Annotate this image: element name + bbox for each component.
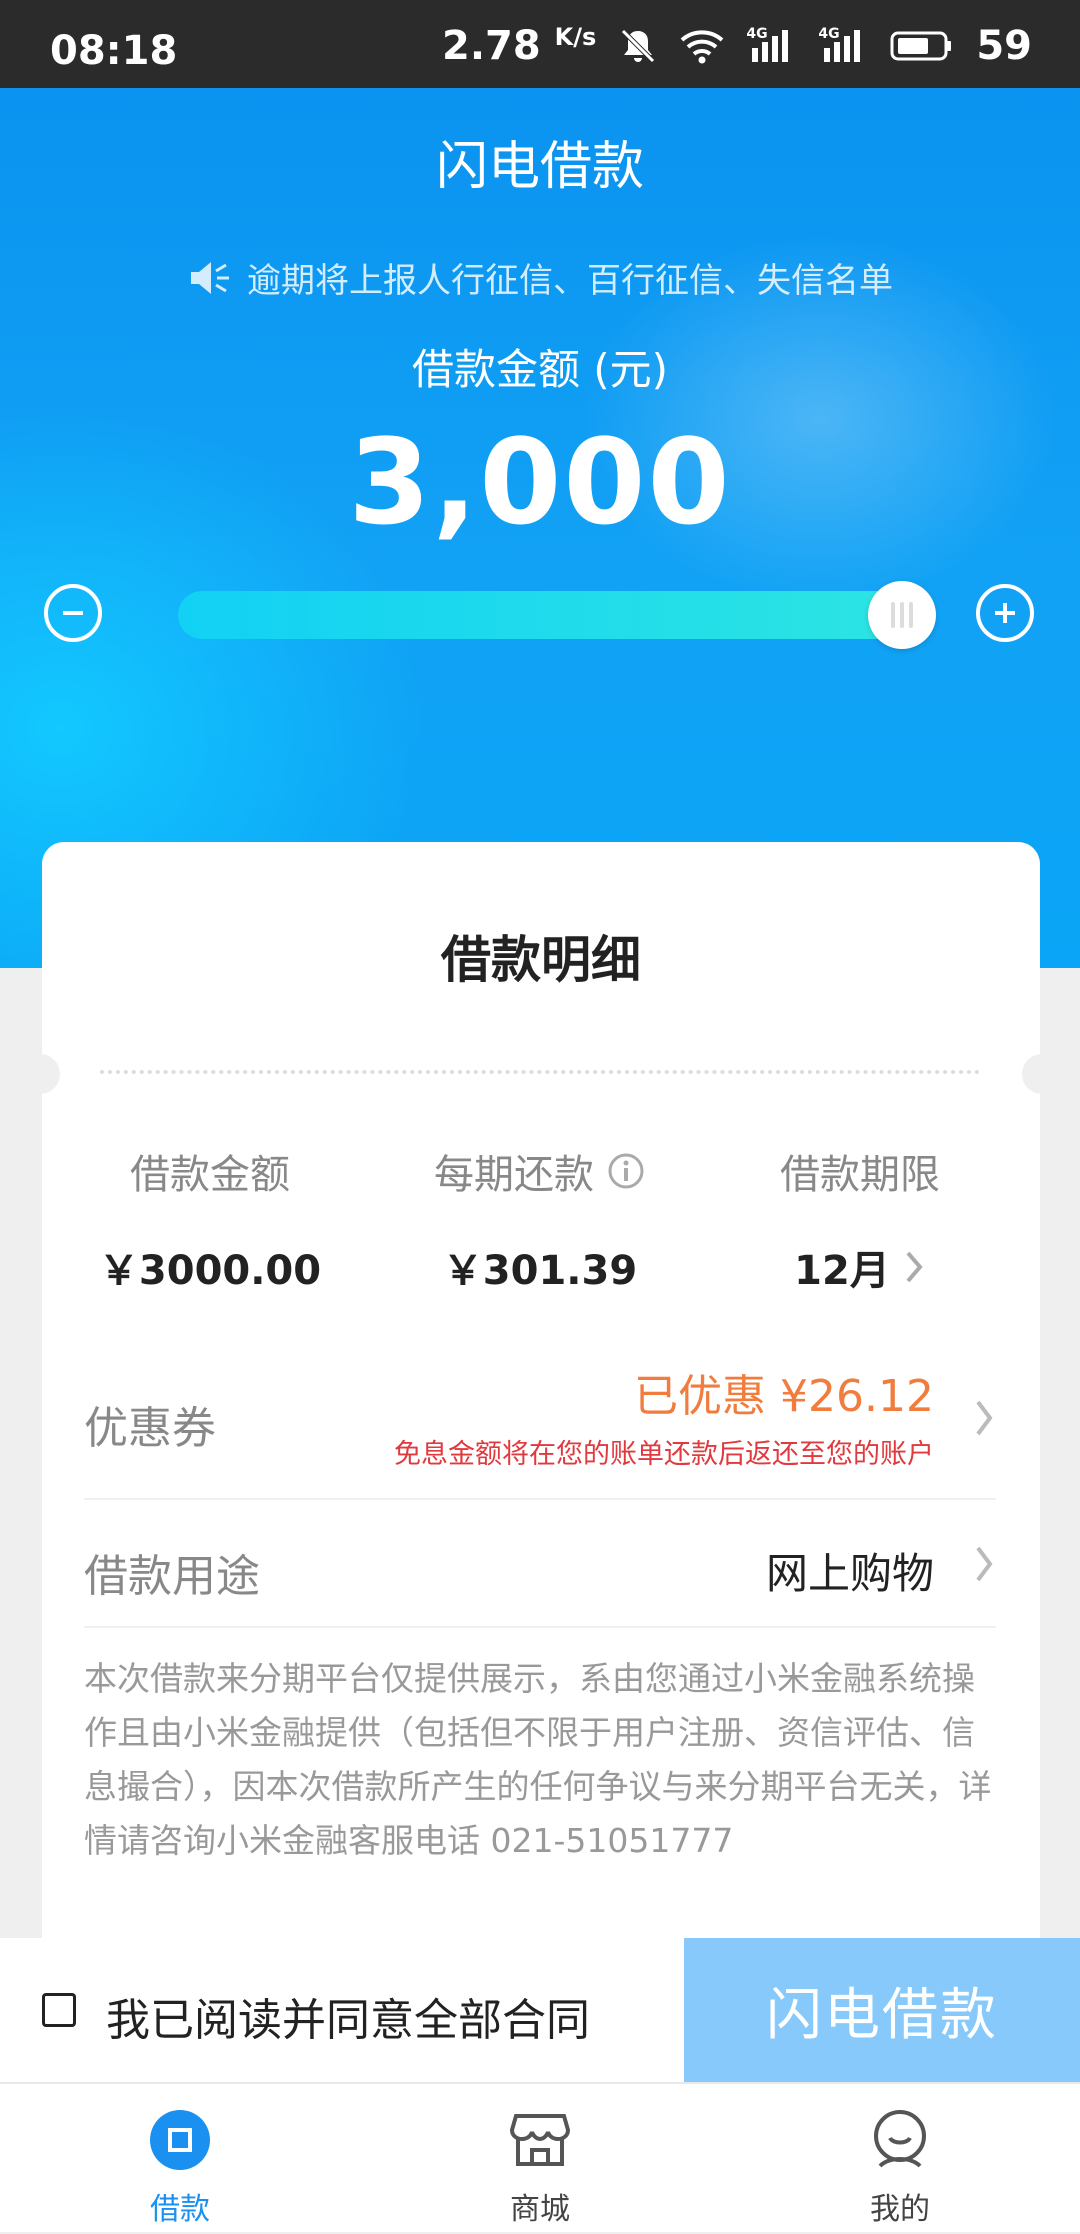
- installment-value: ￥301.39: [442, 1248, 638, 1294]
- tab-label: 借款: [150, 2192, 210, 2227]
- coupon-label: 优惠券: [84, 1403, 216, 1454]
- disclaimer-text: 本次借款来分期平台仅提供展示，系由您通过小米金融系统操作且由小米金融提供（包括但…: [84, 1659, 992, 1860]
- loan-icon: [150, 2110, 210, 2170]
- increase-amount-button[interactable]: [976, 584, 1034, 642]
- loan-purpose-label: 借款用途: [84, 1551, 260, 1602]
- signal-4g-1: 4G: [746, 26, 796, 66]
- coupon-row[interactable]: 优惠券 已优惠 ¥26.12 免息金额将在您的账单还款后返还至您的账户: [84, 1342, 996, 1500]
- submit-loan-button[interactable]: 闪电借款: [684, 1938, 1080, 2082]
- clock: 08:18: [50, 28, 178, 74]
- loan-amount-value: ￥3000.00: [98, 1248, 322, 1294]
- plus-icon: [995, 603, 1015, 623]
- decrease-amount-button[interactable]: [44, 584, 102, 642]
- loan-purpose-row[interactable]: 借款用途 网上购物: [84, 1500, 996, 1628]
- notice-text: 逾期将上报人行征信、百行征信、失信名单: [247, 261, 893, 301]
- amount-label: 借款金额 (元): [411, 345, 669, 394]
- info-icon[interactable]: [606, 1151, 646, 1191]
- profile-icon: [874, 2110, 926, 2168]
- tab-label: 我的: [870, 2192, 930, 2227]
- overdue-notice: 逾期将上报人行征信、百行征信、失信名单: [0, 253, 1080, 302]
- amount-value: 3,000: [348, 413, 732, 551]
- loan-amount-column: 借款金额 ￥3000.00: [60, 1142, 360, 1296]
- signal-bars-icon: [824, 30, 861, 62]
- installment-label: 每期还款: [390, 1142, 690, 1200]
- loan-amount-label: 借款金额: [130, 1152, 290, 1198]
- minus-icon: [63, 611, 83, 615]
- agree-text[interactable]: 我已阅读并同意全部合同: [106, 1984, 590, 2048]
- signal-bars-icon: [752, 30, 789, 62]
- tab-label: 商城: [510, 2192, 570, 2227]
- wifi-icon: [680, 30, 724, 64]
- bottom-tab-bar: 借款 商城 我的: [0, 2082, 1080, 2232]
- speed-unit: K/s: [554, 23, 597, 51]
- speaker-icon: [191, 261, 229, 294]
- chevron-right-icon: [976, 1546, 993, 1582]
- card-notch-left: [20, 1054, 60, 1094]
- chevron-right-icon: [976, 1400, 993, 1436]
- dashed-divider: [100, 1070, 980, 1074]
- loan-term-label: 借款期限: [780, 1152, 940, 1198]
- store-icon: [509, 2114, 571, 2166]
- card-title: 借款明细: [441, 931, 641, 989]
- agreement-bar: 我已阅读并同意全部合同 闪电借款: [0, 1938, 1080, 2082]
- loan-hero: 闪电借款 逾期将上报人行征信、百行征信、失信名单 借款金额 (元) 3,000: [0, 88, 1080, 968]
- coupon-note: 免息金额将在您的账单还款后返还至您的账户: [394, 1439, 934, 1470]
- network-speed: 2.78 K/s: [442, 23, 597, 69]
- status-bar: 08:18 2.78 K/s 4G 4G 59: [0, 0, 1080, 88]
- coupon-discount: 已优惠 ¥26.12: [634, 1371, 934, 1422]
- amount-slider-thumb[interactable]: [868, 581, 936, 649]
- chevron-right-icon: [906, 1251, 923, 1283]
- agree-checkbox[interactable]: [42, 1993, 76, 2027]
- loan-term-column[interactable]: 借款期限 12月: [710, 1142, 1010, 1296]
- battery-icon: [890, 31, 952, 61]
- status-icons: 2.78 K/s 4G 4G 59: [442, 23, 1032, 69]
- amount-slider-track[interactable]: [178, 591, 932, 639]
- mute-icon: [621, 29, 656, 63]
- battery-level: 59: [976, 23, 1032, 69]
- tab-loan[interactable]: 借款: [0, 2084, 360, 2234]
- card-notch-right: [1022, 1054, 1062, 1094]
- loan-detail-card: 借款明细 借款金额 ￥3000.00 每期还款 ￥301.39 借款期限 12月…: [20, 842, 1062, 1942]
- loan-purpose-value: 网上购物: [765, 1549, 934, 1598]
- tab-store[interactable]: 商城: [360, 2084, 720, 2234]
- page-title: 闪电借款: [435, 137, 644, 197]
- signal-4g-2: 4G: [818, 26, 868, 66]
- loan-term-value[interactable]: 12月: [710, 1238, 1010, 1296]
- installment-column: 每期还款 ￥301.39: [390, 1142, 690, 1296]
- tab-profile[interactable]: 我的: [720, 2084, 1080, 2234]
